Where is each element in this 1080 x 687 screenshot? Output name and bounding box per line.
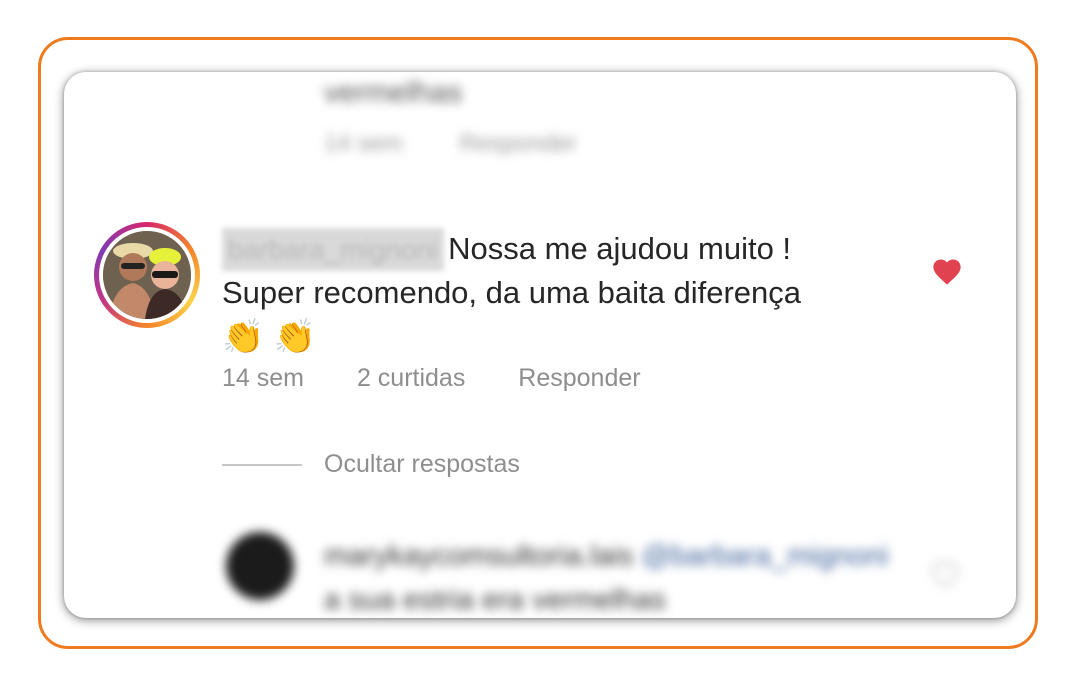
hide-replies-button[interactable]: Ocultar respostas (222, 450, 520, 479)
reply-comment-body: marykaycomsultoria.lais @barbara_mignoni… (324, 534, 889, 618)
comment-text-line1: Nossa me ajudou muito ! (448, 231, 792, 266)
reply-button[interactable]: Responder (518, 364, 640, 392)
hide-replies-divider (222, 464, 302, 467)
avatar-photo (103, 231, 191, 319)
reply-mention[interactable]: @barbara_mignoni (641, 540, 888, 572)
avatar-border (99, 227, 195, 323)
previous-comment-time: 14 sem (324, 130, 403, 157)
previous-comment-reply-button[interactable]: Responder (459, 130, 576, 157)
reply-avatar[interactable] (226, 532, 294, 600)
avatar-photo-image (103, 231, 191, 319)
clap-emoji: 👏 👏 (222, 318, 317, 356)
comment-body: barbara_mignoni Nossa me ajudou muito ! S… (222, 227, 922, 360)
hide-replies-label: Ocultar respostas (324, 450, 520, 478)
reply-like-heart-icon[interactable] (930, 560, 960, 588)
comment-likes-count[interactable]: 2 curtidas (357, 364, 465, 392)
previous-comment-meta: 14 sem Responder (324, 130, 627, 158)
like-heart-icon[interactable] (930, 256, 964, 286)
reply-text: a sua estria era vermelhas (324, 584, 666, 616)
comment-username[interactable]: barbara_mignoni (222, 228, 445, 271)
previous-comment-text: vermelhas (324, 76, 463, 109)
comment-text-line2: Super recomendo, da uma baita diferença (222, 275, 802, 310)
comment-meta: 14 sem 2 curtidas Responder (222, 364, 687, 393)
comments-card: vermelhas 14 sem Responder barbara_migno… (64, 72, 1016, 618)
reply-username[interactable]: marykaycomsultoria.lais (324, 540, 633, 572)
comment-time: 14 sem (222, 364, 304, 392)
avatar[interactable] (94, 222, 200, 328)
